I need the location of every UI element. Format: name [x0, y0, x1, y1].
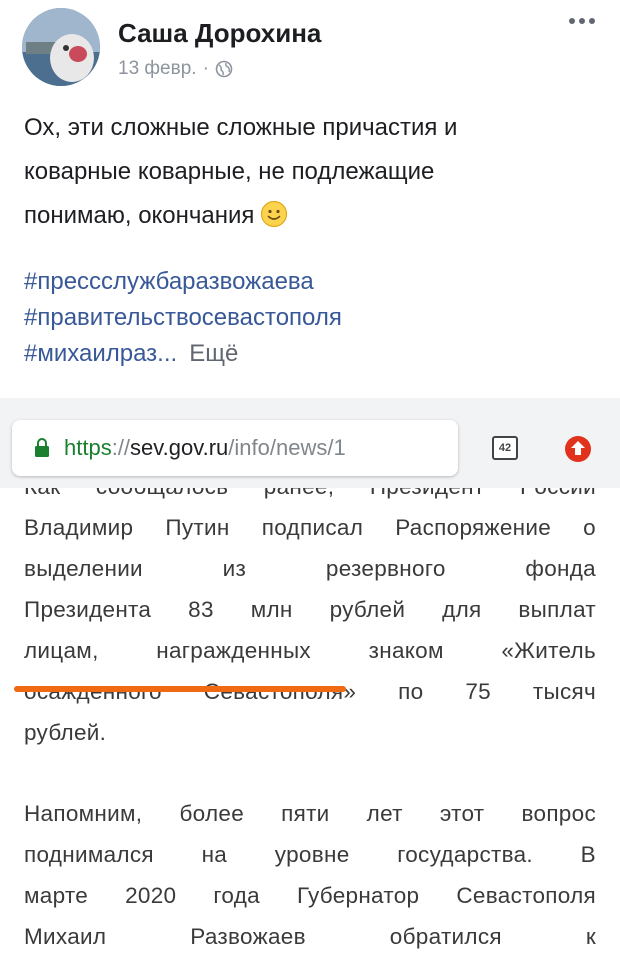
hashtag-link[interactable]: #правительствосевастополя [24, 300, 342, 336]
article-body: Как сообщалось ранее, Президент России В… [0, 488, 620, 959]
post-text: Ох, эти сложные сложные причастия и кова… [24, 106, 594, 238]
dot-icon [579, 18, 585, 24]
author-name[interactable]: Саша Дорохина [118, 18, 321, 49]
lock-icon [35, 438, 49, 457]
article-line: Как сообщалось ранее, Президент России [24, 488, 596, 507]
slightly-smiling-face-icon [261, 200, 288, 228]
article-line: марте 2020 года Губернатор Севастополя [24, 883, 596, 908]
hashtag-link[interactable]: #прессслужбаразвожаева [24, 264, 342, 300]
article-paragraph: Напомним, более пяти лет этот вопрос под… [24, 793, 596, 957]
avatar-image [22, 8, 100, 86]
post-date[interactable]: 13 февр. [118, 58, 197, 80]
hashtag-link[interactable]: #михаилраз... [24, 336, 177, 372]
see-more-link[interactable]: Ещё [189, 336, 238, 372]
hashtags: #прессслужбаразвожаева #правительствосев… [24, 264, 342, 372]
post-text-line-last: понимаю, окончания [24, 194, 594, 238]
post-header: Саша Дорохина 13 февр. · [0, 0, 620, 95]
post-text-line: понимаю, окончания [24, 202, 255, 229]
dot-icon [569, 18, 575, 24]
article-line: Владимир Путин подписал Распоряжение о [24, 515, 596, 540]
article-line: Михаил Развожаев обратился к [24, 924, 596, 949]
article-line: лицам, награжденных знаком «Житель [24, 638, 596, 663]
globe-icon [215, 60, 233, 78]
more-options-button[interactable] [562, 10, 602, 32]
dot-icon [589, 18, 595, 24]
article-line: рублей. [24, 720, 107, 745]
tabs-count-button[interactable]: 42 [492, 436, 518, 460]
article-line: Напомним, более пяти лет этот вопрос [24, 801, 596, 826]
highlight-underline [14, 686, 346, 692]
post-text-line: Ох, эти сложные сложные причастия и [24, 114, 458, 141]
avatar[interactable] [22, 8, 100, 86]
meta-separator: · [202, 58, 209, 79]
post-text-line: коварные коварные, не подлежащие [24, 158, 435, 185]
article-line: выделении из резервного фонда [24, 556, 596, 581]
url-domain: sev.gov.ru [130, 435, 229, 460]
post-meta: 13 февр. · [118, 58, 233, 80]
upload-icon[interactable] [564, 435, 592, 463]
article-line: поднимался на уровне государства. В [24, 842, 596, 867]
url-path: /info/news/1 [228, 435, 346, 460]
article-line: Президента 83 млн рублей для выплат [24, 597, 596, 622]
article-paragraph: Как сообщалось ранее, Президент России В… [24, 488, 596, 753]
address-bar[interactable]: https://sev.gov.ru/info/news/1 [12, 420, 458, 476]
url-separator: :// [111, 435, 131, 460]
url-protocol: https [64, 435, 112, 460]
hashtag-row: #михаилраз... Ещё [24, 336, 342, 372]
